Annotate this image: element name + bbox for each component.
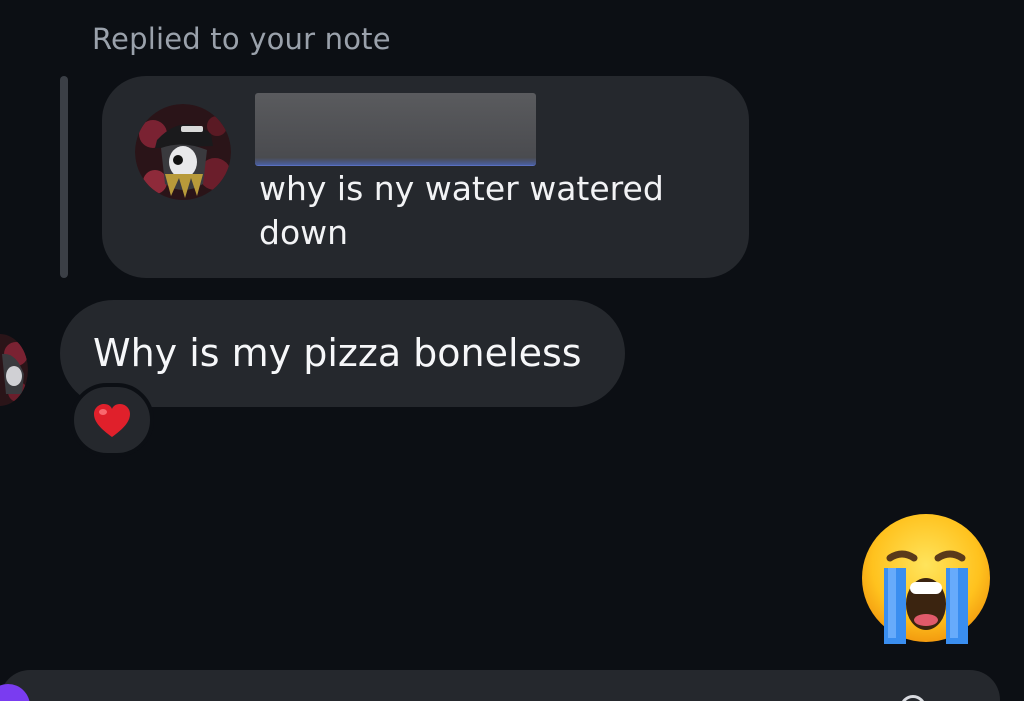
note-text: why is ny water watered down <box>259 169 664 252</box>
heart-icon <box>94 404 130 437</box>
message-reaction[interactable] <box>70 383 154 457</box>
message-composer[interactable] <box>0 670 1000 701</box>
sent-crying-emoji[interactable] <box>860 512 992 644</box>
chat-thread: Replied to your note why is ny water wat… <box>0 0 1024 701</box>
replied-to-note-label: Replied to your note <box>92 22 391 56</box>
redacted-username <box>255 93 536 165</box>
sender-avatar[interactable] <box>0 334 28 406</box>
note-author-avatar[interactable] <box>135 104 231 200</box>
received-message-text: Why is my pizza boneless <box>93 331 582 375</box>
loudly-crying-face-icon <box>862 514 990 644</box>
reply-indicator-bar <box>60 76 68 278</box>
